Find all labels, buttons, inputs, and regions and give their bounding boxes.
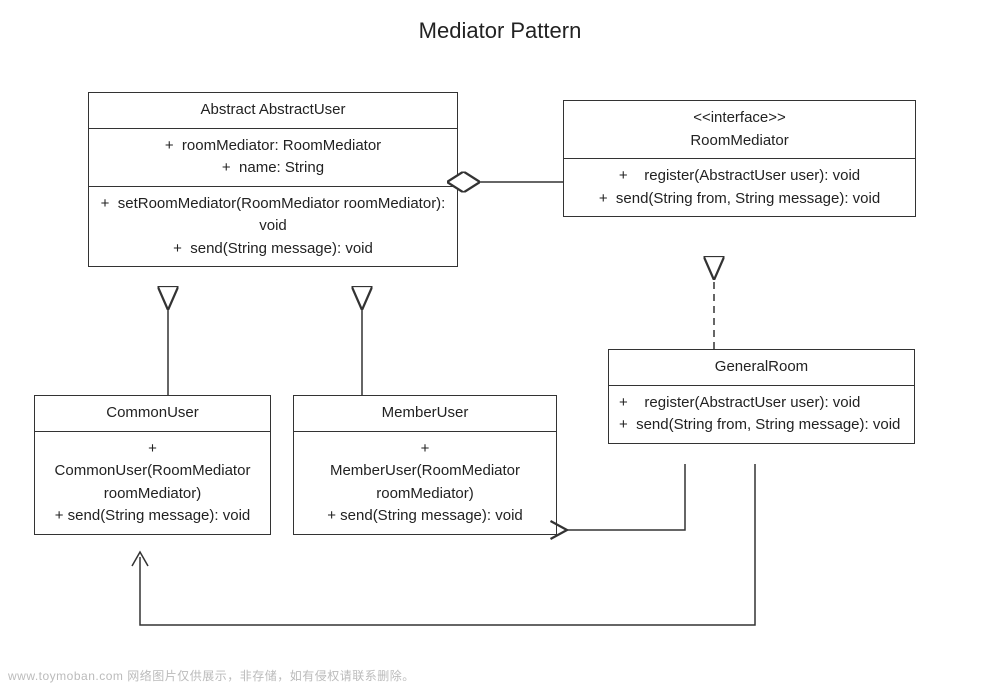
op-1: MemberUser(RoomMediator roomMediator) [304, 460, 546, 505]
op-0: + register(AbstractUser user): void [574, 165, 905, 188]
class-name-section: CommonUser [35, 396, 270, 431]
class-common-user: CommonUser + CommonUser(RoomMediator roo… [34, 395, 271, 535]
class-name-section: <<interface>> RoomMediator [564, 101, 915, 158]
class-name: RoomMediator [574, 130, 905, 153]
class-operations-section: + MemberUser(RoomMediator roomMediator) … [294, 431, 556, 534]
class-abstract-user: Abstract AbstractUser + roomMediator: Ro… [88, 92, 458, 267]
class-operations-section: + register(AbstractUser user): void + se… [564, 158, 915, 216]
class-name: GeneralRoom [619, 356, 904, 379]
class-name: Abstract AbstractUser [99, 99, 447, 122]
op-2: + send(String message): void [304, 505, 546, 528]
class-name-section: GeneralRoom [609, 350, 914, 385]
assoc-generalroom-commonuser-arrow [132, 552, 148, 566]
attr-1: + name: String [99, 157, 447, 180]
attr-0: + roomMediator: RoomMediator [99, 135, 447, 158]
op-0: + setRoomMediator(RoomMediator roomMedia… [99, 193, 447, 238]
class-name: MemberUser [304, 402, 546, 425]
class-general-room: GeneralRoom + register(AbstractUser user… [608, 349, 915, 444]
op-0: + [304, 438, 546, 461]
op-1: + send(String message): void [99, 238, 447, 261]
class-name: CommonUser [45, 402, 260, 425]
stereotype: <<interface>> [574, 107, 905, 130]
op-2: + send(String message): void [45, 505, 260, 528]
class-member-user: MemberUser + MemberUser(RoomMediator roo… [293, 395, 557, 535]
class-room-mediator: <<interface>> RoomMediator + register(Ab… [563, 100, 916, 217]
op-1: CommonUser(RoomMediator roomMediator) [45, 460, 260, 505]
class-attributes-section: + roomMediator: RoomMediator + name: Str… [89, 128, 457, 186]
diagram-title: Mediator Pattern [0, 18, 1000, 44]
op-0: + register(AbstractUser user): void [619, 392, 904, 415]
op-1: + send(String from, String message): voi… [574, 188, 905, 211]
op-1: + send(String from, String message): voi… [619, 414, 904, 437]
assoc-generalroom-memberuser [567, 464, 685, 530]
watermark-text: www.toymoban.com 网络图片仅供展示，非存储，如有侵权请联系删除。 [8, 667, 415, 684]
class-operations-section: + setRoomMediator(RoomMediator roomMedia… [89, 186, 457, 267]
class-operations-section: + CommonUser(RoomMediator roomMediator) … [35, 431, 270, 534]
class-operations-section: + register(AbstractUser user): void + se… [609, 385, 914, 443]
class-name-section: Abstract AbstractUser [89, 93, 457, 128]
class-name-section: MemberUser [294, 396, 556, 431]
op-0: + [45, 438, 260, 461]
